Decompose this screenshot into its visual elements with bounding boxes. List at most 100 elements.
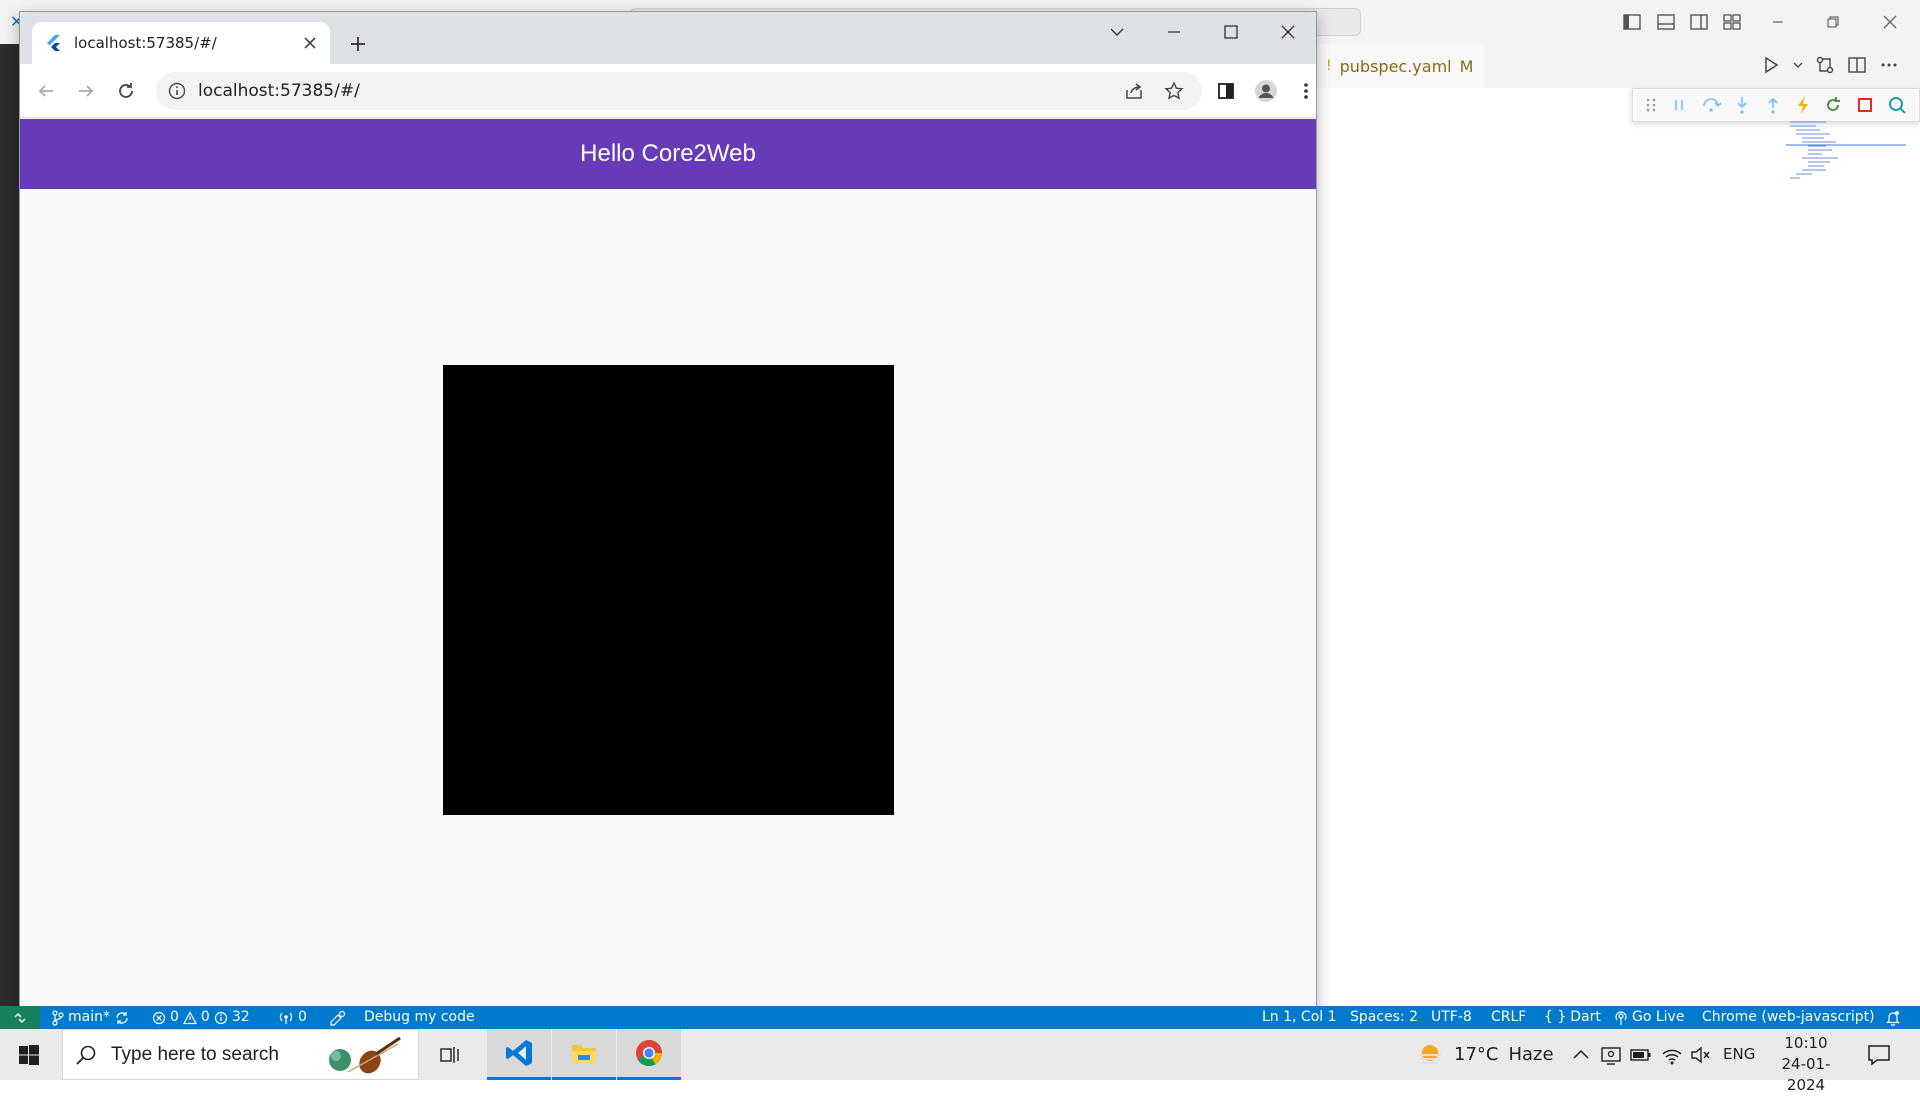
run-dropdown-icon[interactable] [1792,54,1804,78]
dart-devtools-icon[interactable] [1887,95,1907,115]
cursor-position[interactable]: Ln 1, Col 1 [1262,1006,1337,1029]
app-body [20,189,1316,1010]
vscode-activity-bar [0,44,20,1010]
clock-date: 24-01-2024 [1781,1055,1831,1094]
step-over-icon[interactable] [1701,96,1721,114]
taskbar-search-box[interactable]: Type here to search [62,1029,419,1080]
wifi-icon[interactable] [1661,1044,1683,1066]
hot-restart-icon[interactable] [1823,95,1843,115]
drag-handle-icon[interactable] [1645,96,1657,114]
yaml-file-icon: ! [1326,58,1332,74]
more-actions-icon[interactable] [1878,54,1900,78]
device-selector[interactable]: Chrome (web-javascript) [1702,1006,1875,1029]
problems-indicator[interactable]: 0 0 32 [152,1006,250,1029]
git-branch[interactable]: main* [52,1006,130,1029]
system-clock[interactable]: 10:10 24-01-2024 [1766,1033,1846,1096]
encoding-text: UTF-8 [1431,1009,1472,1025]
ports-count: 0 [298,1009,307,1025]
vscode-restore-icon[interactable] [1823,12,1843,32]
clock-time: 10:10 [1784,1034,1828,1052]
taskbar-vscode-icon[interactable] [487,1029,551,1080]
new-tab-icon[interactable] [346,32,370,56]
chrome-close-icon[interactable] [1259,12,1316,52]
profile-avatar-icon[interactable] [1254,79,1278,103]
line-ending-text: CRLF [1491,1009,1527,1025]
chrome-tab-active[interactable]: localhost:57385/#/ [32,22,330,64]
haze-weather-icon [1419,1044,1441,1064]
chrome-tab-strip: localhost:57385/#/ [20,12,1316,64]
url-text[interactable]: localhost:57385/#/ [198,81,1122,101]
language-mode[interactable]: { } Dart [1544,1006,1601,1029]
meet-now-icon[interactable] [1600,1044,1622,1066]
warning-count: 0 [200,1009,210,1025]
action-center-icon[interactable] [1866,1042,1892,1068]
indentation-text: Spaces: 2 [1350,1009,1419,1025]
vscode-minimize-icon[interactable] [1768,12,1788,32]
taskbar-chrome-icon[interactable] [617,1029,681,1080]
line-ending[interactable]: CRLF [1491,1006,1526,1029]
debug-toolbar [1632,88,1920,122]
editor-tab-filename: pubspec.yaml [1339,56,1452,76]
chrome-minimize-icon[interactable] [1145,12,1202,52]
vscode-close-icon[interactable] [1880,12,1900,32]
warning-icon [182,1010,197,1024]
bookmark-star-icon[interactable] [1162,79,1186,103]
cursor-position-text: Ln 1, Col 1 [1262,1009,1337,1025]
ports-indicator[interactable]: 0 [278,1006,307,1029]
windows-taskbar: Type here to search 17°C Haze ENG 10:10 … [0,1029,1920,1094]
editor-tab-pubspec[interactable]: ! pubspec.yaml M [1316,44,1484,88]
windows-start-icon[interactable] [0,1029,58,1080]
vscode-status-bar: main* 0 0 32 0 Debug my code Ln 1, Col 1… [0,1006,1920,1029]
pause-icon[interactable] [1670,96,1688,114]
forward-icon[interactable] [74,79,98,103]
share-icon[interactable] [1122,79,1146,103]
braces-icon: { } [1544,1009,1567,1025]
back-icon[interactable] [34,79,58,103]
toggle-primary-sidebar-icon[interactable] [1622,12,1642,32]
step-out-icon[interactable] [1764,95,1782,115]
flutter-favicon-icon [47,35,60,51]
stop-icon[interactable] [1856,96,1874,114]
reload-icon[interactable] [114,79,138,103]
input-language[interactable]: ENG [1723,1029,1755,1080]
branch-icon [52,1009,64,1026]
error-count: 0 [170,1009,179,1025]
broadcast-icon [279,1012,293,1024]
task-view-icon[interactable] [422,1029,478,1080]
editor-actions [1760,54,1900,78]
hot-reload-icon[interactable] [1795,95,1811,115]
notifications-bell-icon[interactable] [1885,1006,1901,1029]
customize-layout-icon[interactable] [1722,12,1742,32]
search-highlight-violin-icon [329,1036,401,1074]
split-editor-icon[interactable] [1846,54,1868,78]
debug-my-code-toggle[interactable]: Debug my code [328,1006,475,1029]
search-placeholder: Type here to search [111,1043,279,1065]
chrome-menu-icon[interactable] [1294,79,1316,103]
debug-my-code-label: Debug my code [364,1009,475,1025]
taskbar-file-explorer-icon[interactable] [552,1029,616,1080]
encoding[interactable]: UTF-8 [1431,1006,1472,1029]
modified-indicator: M [1459,56,1474,76]
go-live-button[interactable]: Go Live [1614,1006,1684,1029]
address-bar[interactable]: localhost:57385/#/ [156,72,1202,110]
volume-muted-icon[interactable] [1690,1044,1712,1066]
indentation[interactable]: Spaces: 2 [1350,1006,1418,1029]
toggle-panel-icon[interactable] [1656,12,1676,32]
remote-indicator-icon[interactable] [0,1006,40,1029]
sync-icon[interactable] [114,1010,130,1026]
step-into-icon[interactable] [1733,95,1751,115]
battery-icon[interactable] [1630,1044,1652,1066]
site-info-icon[interactable] [168,82,186,100]
weather-description: Haze [1508,1044,1554,1065]
tab-search-icon[interactable] [1088,12,1145,52]
open-changes-icon[interactable] [1814,54,1836,78]
toggle-secondary-sidebar-icon[interactable] [1689,12,1709,32]
show-hidden-icons-chevron-icon[interactable] [1570,1044,1592,1066]
tab-close-icon[interactable] [300,33,320,53]
editor-minimap [1786,121,1906,179]
chrome-maximize-icon[interactable] [1202,12,1259,52]
info-icon [214,1011,227,1024]
run-icon[interactable] [1760,54,1782,78]
weather-widget[interactable]: 17°C Haze [1416,1029,1554,1080]
side-panel-icon[interactable] [1214,79,1238,103]
